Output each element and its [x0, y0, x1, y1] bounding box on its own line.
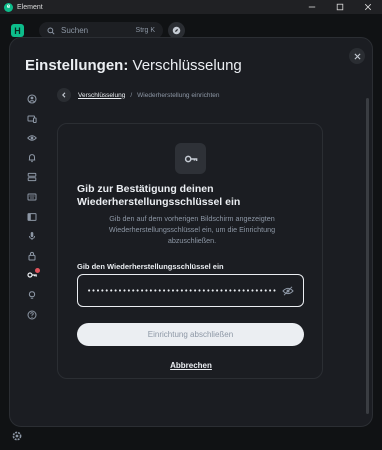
cancel-link[interactable]: Abbrechen	[58, 361, 324, 370]
close-window-button[interactable]	[354, 0, 382, 14]
search-shortcut: Strg K	[135, 27, 155, 34]
nav-item-appearance[interactable]	[23, 129, 41, 147]
window-title: Element	[17, 3, 43, 11]
lock-icon	[28, 251, 36, 261]
nav-item-notifications[interactable]	[23, 149, 41, 167]
nav-item-preferences[interactable]	[23, 168, 41, 186]
confirm-description: Gib den auf dem vorherigen Bildschirm an…	[108, 214, 276, 245]
nav-item-labs[interactable]	[23, 286, 41, 304]
nav-item-encryption[interactable]	[23, 266, 41, 284]
settings-nav	[23, 90, 41, 325]
close-icon	[353, 52, 361, 60]
keyboard-icon	[27, 193, 37, 201]
confirm-heading: Gib zur Bestätigung deinen Wiederherstel…	[77, 183, 241, 208]
back-button[interactable]	[57, 88, 71, 102]
search-placeholder: Suchen	[61, 26, 89, 35]
appearance-icon	[27, 135, 37, 141]
nav-item-account[interactable]	[23, 90, 41, 108]
close-dialog-button[interactable]	[349, 48, 365, 64]
dialog-title-prefix: Einstellungen:	[25, 57, 129, 74]
microphone-icon	[28, 232, 36, 241]
breadcrumb: Verschlüsselung / Wiederherstellung einr…	[57, 88, 220, 102]
minimize-button[interactable]	[298, 0, 326, 14]
recovery-key-input[interactable]	[87, 286, 276, 295]
breadcrumb-current: Wiederherstellung einrichten	[137, 91, 220, 99]
nav-item-security[interactable]	[23, 247, 41, 265]
close-icon	[364, 3, 372, 11]
recovery-key-label: Gib den Wiederherstellungsschlüssel ein	[77, 262, 224, 271]
eye-off-icon[interactable]	[282, 285, 294, 297]
settings-dialog: Einstellungen: Verschlüsselung Verschlüs…	[9, 37, 373, 427]
recovery-key-field[interactable]	[77, 274, 304, 307]
window-controls	[298, 0, 382, 14]
nav-item-voice-video[interactable]	[23, 227, 41, 245]
chevron-left-icon	[62, 92, 66, 98]
dialog-title-section: Verschlüsselung	[132, 57, 242, 74]
key-icon	[184, 155, 197, 162]
preferences-icon	[27, 173, 37, 182]
maximize-icon	[336, 3, 344, 11]
finish-setup-button[interactable]: Einrichtung abschließen	[77, 323, 304, 346]
help-icon	[27, 310, 37, 320]
window-titlebar: e Element	[0, 0, 382, 14]
nav-item-help[interactable]	[23, 306, 41, 324]
nav-item-keyboard[interactable]	[23, 188, 41, 206]
key-badge	[175, 143, 206, 174]
breadcrumb-separator: /	[130, 91, 133, 99]
lightbulb-icon	[28, 291, 36, 299]
sessions-icon	[27, 115, 37, 123]
element-logo-icon: e	[4, 2, 13, 12]
nav-item-sidebar[interactable]	[23, 208, 41, 226]
gear-icon[interactable]	[11, 430, 23, 442]
sidebar-icon	[27, 212, 37, 221]
notifications-icon	[28, 153, 36, 162]
space-avatar[interactable]: H	[11, 24, 24, 37]
maximize-button[interactable]	[326, 0, 354, 14]
breadcrumb-parent-link[interactable]: Verschlüsselung	[78, 92, 125, 99]
search-icon	[47, 26, 55, 35]
account-icon	[27, 94, 37, 104]
alert-dot	[35, 268, 40, 274]
dialog-title: Einstellungen: Verschlüsselung	[25, 57, 242, 74]
compass-icon	[172, 26, 181, 35]
minimize-icon	[308, 6, 316, 8]
recovery-key-card: Gib zur Bestätigung deinen Wiederherstel…	[57, 123, 323, 379]
nav-item-sessions[interactable]	[23, 110, 41, 128]
dialog-scrollbar[interactable]	[366, 98, 369, 414]
